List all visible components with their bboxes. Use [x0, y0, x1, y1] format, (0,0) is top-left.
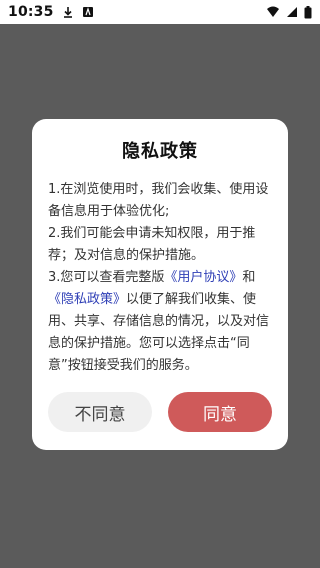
- policy-paragraph-2: 2.我们可能会申请未知权限，用于推荐；及对信息的保护措施。: [48, 226, 256, 263]
- notification-icon: [82, 6, 94, 18]
- dialog-title: 隐私政策: [122, 141, 198, 162]
- dialog-body: 1.在浏览使用时，我们会收集、使用设备信息用于体验优化; 2.我们可能会申请未知…: [48, 179, 272, 377]
- disagree-button[interactable]: 不同意: [48, 392, 152, 432]
- wifi-icon: [266, 6, 280, 18]
- privacy-policy-dialog: 隐私政策 1.在浏览使用时，我们会收集、使用设备信息用于体验优化; 2.我们可能…: [32, 119, 288, 450]
- user-agreement-link[interactable]: 《用户协议》: [164, 270, 242, 285]
- policy-paragraph-3: 3.您可以查看完整版《用户协议》和《隐私政策》以便了解我们收集、使用、共享、存储…: [48, 267, 272, 377]
- status-bar: 10:35: [0, 0, 320, 24]
- policy-paragraph-1: 1.在浏览使用时，我们会收集、使用设备信息用于体验优化;: [48, 182, 269, 219]
- status-time: 10:35: [8, 4, 54, 20]
- conjunction-text: 和: [242, 270, 256, 285]
- agree-button[interactable]: 同意: [168, 392, 272, 432]
- policy-paragraph-3-prefix: 3.您可以查看完整版: [48, 270, 165, 285]
- dialog-buttons: 不同意 同意: [48, 392, 272, 432]
- signal-icon: [286, 6, 298, 18]
- status-left: 10:35: [8, 4, 94, 20]
- download-icon: [62, 6, 74, 18]
- status-right: [266, 5, 312, 19]
- privacy-policy-link[interactable]: 《隐私政策》: [48, 292, 126, 307]
- battery-icon: [304, 5, 312, 19]
